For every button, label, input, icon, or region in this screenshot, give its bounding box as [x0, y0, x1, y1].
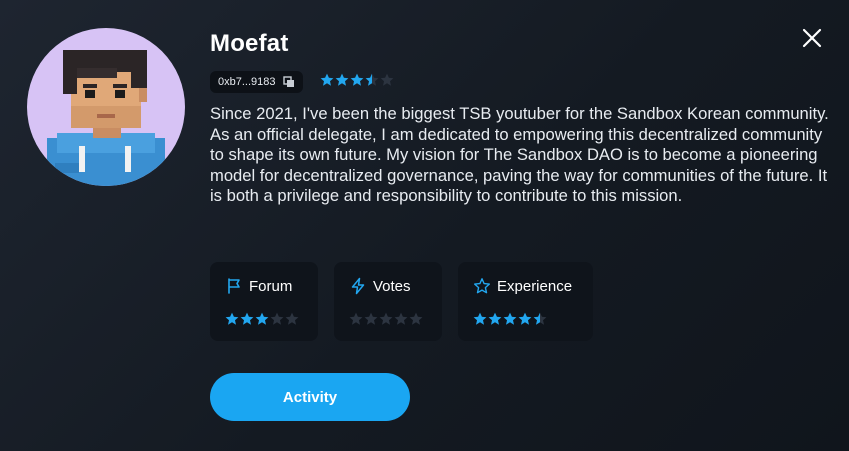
stat-rating-votes [349, 312, 423, 326]
star-filled-icon [240, 312, 254, 325]
star-filled-icon [335, 73, 349, 86]
stat-card-forum: Forum [210, 262, 318, 341]
star-empty-icon [409, 312, 423, 325]
stat-label-votes: Votes [373, 277, 411, 295]
profile-name: Moefat [210, 30, 289, 57]
star-filled-icon [503, 312, 517, 325]
star-half-icon [365, 73, 379, 86]
star-empty-icon [379, 312, 393, 325]
star-filled-icon [473, 312, 487, 325]
stat-rating-forum [225, 312, 299, 326]
avatar-image [47, 50, 165, 186]
star-empty-icon [349, 312, 363, 325]
lightning-icon [351, 277, 365, 295]
copy-icon [282, 76, 294, 87]
wallet-address: 0xb7...9183 [218, 76, 276, 88]
star-empty-icon [270, 312, 284, 325]
star-filled-icon [255, 312, 269, 325]
stat-label-forum: Forum [249, 277, 293, 295]
star-empty-icon [394, 312, 408, 325]
stat-card-votes: Votes [334, 262, 442, 341]
star-empty-icon [285, 312, 299, 325]
star-outline-icon [474, 278, 490, 294]
activity-button[interactable]: Activity [210, 373, 410, 421]
flag-icon [228, 278, 240, 294]
close-button[interactable] [798, 24, 826, 52]
profile-rating [320, 73, 394, 87]
stat-card-experience: Experience [458, 262, 593, 341]
star-filled-icon [488, 312, 502, 325]
star-empty-icon [380, 73, 394, 86]
address-copy-button[interactable]: 0xb7...9183 [210, 71, 303, 93]
star-filled-icon [350, 73, 364, 86]
stat-label-experience: Experience [497, 277, 573, 295]
close-icon [802, 28, 822, 48]
avatar [27, 28, 185, 186]
star-filled-icon [320, 73, 334, 86]
profile-bio: Since 2021, I've been the biggest TSB yo… [210, 104, 829, 205]
star-filled-icon [518, 312, 532, 325]
star-filled-icon [225, 312, 239, 325]
star-empty-icon [364, 312, 378, 325]
stat-rating-experience [473, 312, 547, 326]
star-half-icon [533, 312, 547, 325]
